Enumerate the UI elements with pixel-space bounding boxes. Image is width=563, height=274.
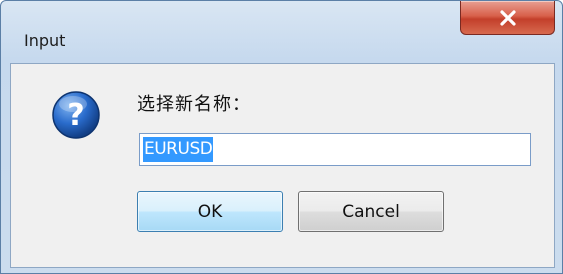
question-icon: ? [51, 90, 101, 140]
dialog-body: ? 选择新名称： EURUSD OK Cancel [10, 63, 555, 268]
ok-button[interactable]: OK [137, 191, 283, 232]
close-button[interactable] [460, 1, 555, 35]
title-bar[interactable]: Input [1, 1, 562, 63]
close-icon [498, 9, 518, 26]
name-input-selected-text[interactable]: EURUSD [143, 137, 214, 162]
window-title: Input [24, 31, 66, 50]
name-input[interactable]: EURUSD [139, 133, 531, 166]
cancel-button[interactable]: Cancel [298, 191, 444, 232]
svg-text:?: ? [67, 98, 84, 133]
prompt-label: 选择新名称： [137, 94, 251, 115]
input-dialog-window: Input ? 选择新名称： EURUSD OK Cancel [0, 0, 563, 274]
